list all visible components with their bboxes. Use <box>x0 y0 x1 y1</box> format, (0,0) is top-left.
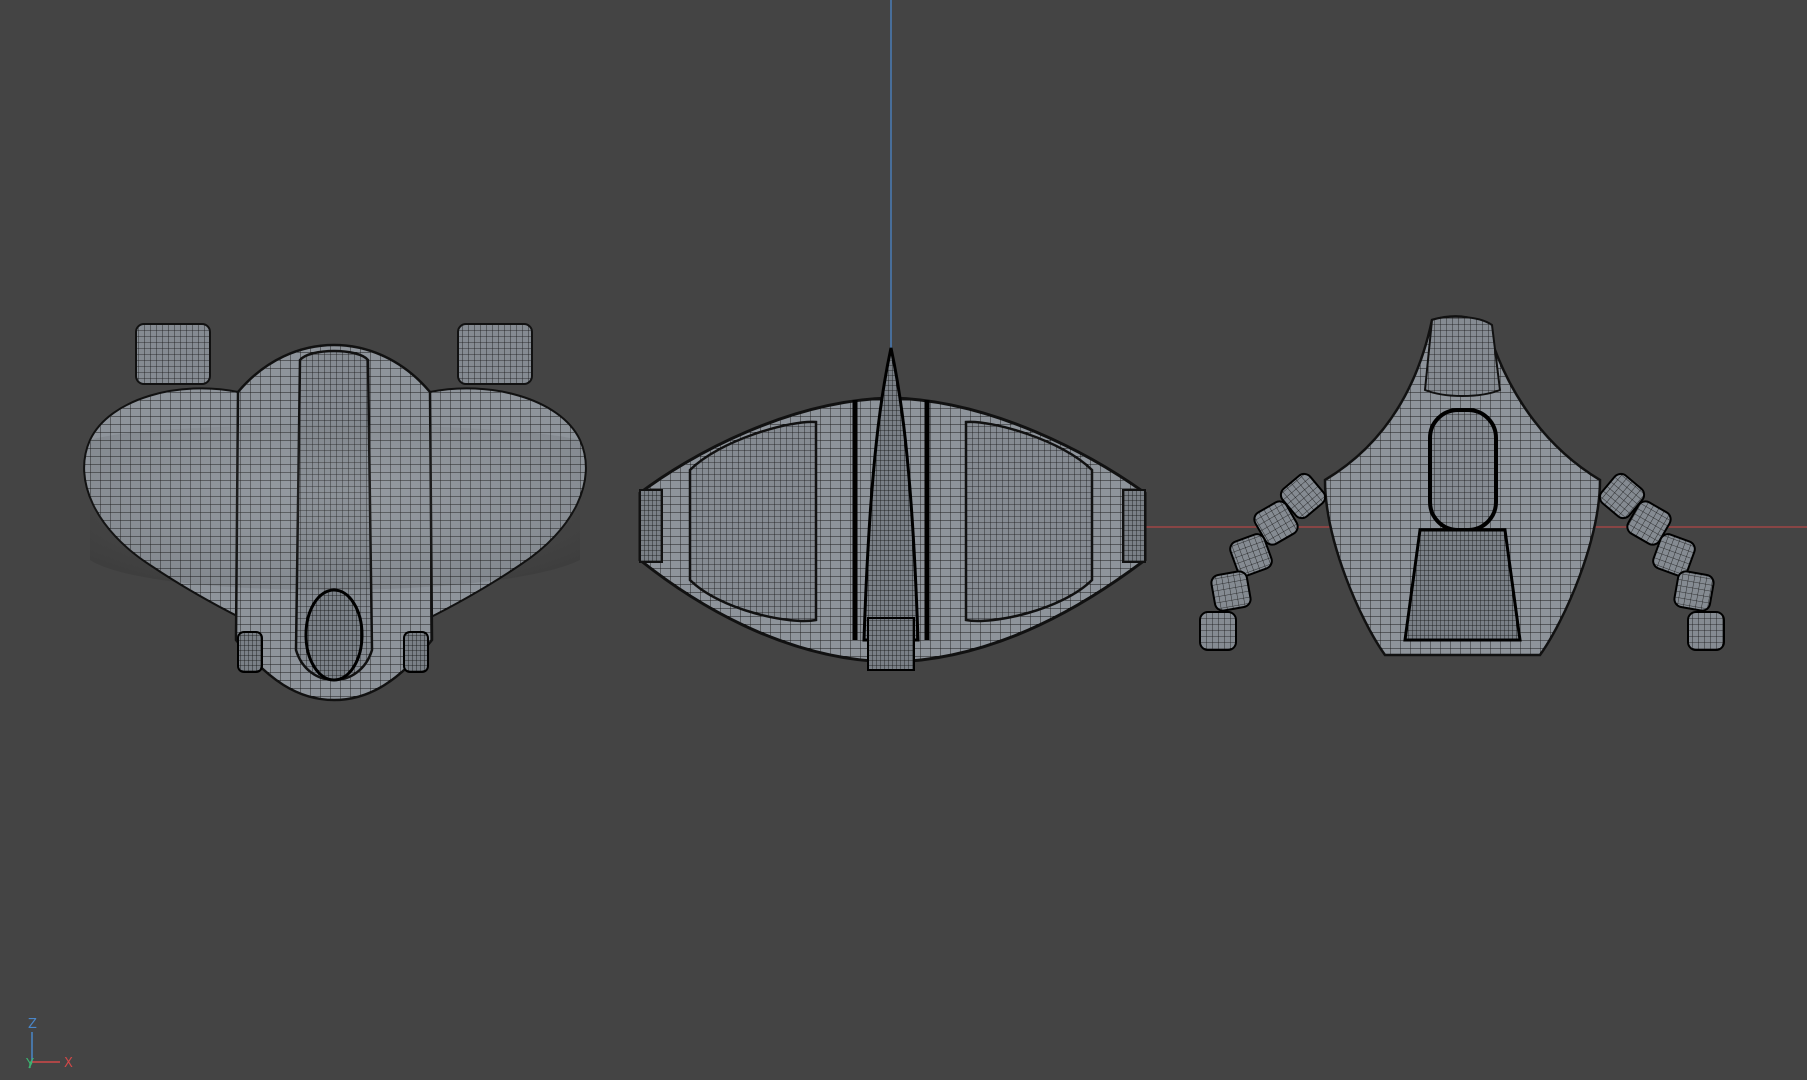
front-intake <box>304 588 364 682</box>
left-lower-thruster <box>237 631 263 673</box>
top-view-model[interactable] <box>638 347 1147 671</box>
side-lower-body <box>1403 528 1522 642</box>
viewport-scene[interactable] <box>0 0 1807 1080</box>
side-view-model[interactable] <box>1199 315 1725 657</box>
right-lower-thruster <box>403 631 429 673</box>
left-engine-can <box>135 323 211 385</box>
right-engine-can <box>457 323 533 385</box>
x-axis-label: X <box>64 1056 73 1071</box>
tail-block <box>867 617 915 671</box>
left-edge-band <box>639 489 663 563</box>
side-nose <box>1423 315 1502 397</box>
right-leg <box>1598 472 1725 651</box>
side-canopy <box>1428 408 1498 532</box>
z-axis-label: Z <box>28 1017 37 1032</box>
axis-gizmo: Z Y X <box>18 1010 78 1072</box>
center-spike <box>862 347 920 642</box>
right-edge-band <box>1122 489 1146 563</box>
left-leg <box>1199 472 1327 651</box>
3d-viewport[interactable]: Z Y X <box>0 0 1807 1080</box>
front-view-model[interactable] <box>83 323 587 702</box>
y-axis-label: Y <box>26 1057 34 1072</box>
